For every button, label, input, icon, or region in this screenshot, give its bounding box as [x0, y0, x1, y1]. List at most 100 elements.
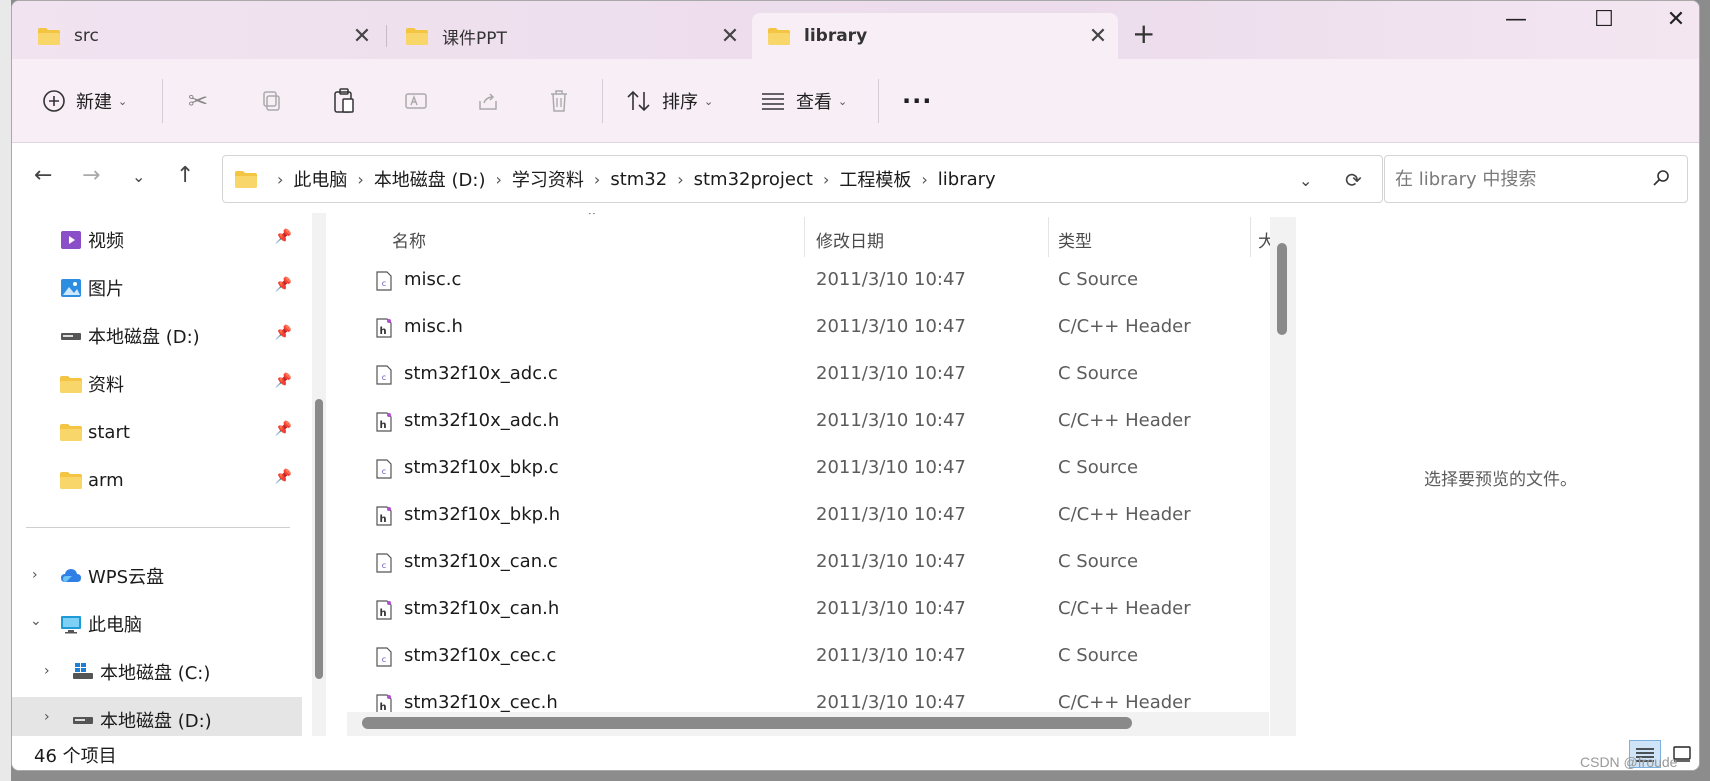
forward-button[interactable]: → — [82, 163, 100, 188]
breadcrumb-separator-icon[interactable]: › — [823, 170, 829, 189]
tab-courseware-ppt[interactable]: 课件PPT ✕ — [390, 13, 750, 59]
tab-label: src — [74, 26, 99, 46]
paste-icon — [334, 88, 354, 113]
c-source-file-icon: c — [376, 553, 392, 573]
column-divider[interactable] — [804, 217, 805, 257]
file-row[interactable]: c stm32f10x_bkp.c 2011/3/10 10:47 C Source — [334, 445, 1270, 492]
sidebar-item-drive-d-pinned[interactable]: 本地磁盘 (D:) 📌 — [12, 313, 302, 359]
tab-close-icon[interactable]: ✕ — [710, 24, 750, 49]
svg-text:c: c — [382, 655, 386, 664]
breadcrumb-separator-icon[interactable]: › — [496, 170, 502, 189]
breadcrumb-library[interactable]: library — [938, 169, 996, 190]
file-row[interactable]: h stm32f10x_adc.h 2011/3/10 10:47 C/C++ Hea… — [334, 398, 1270, 445]
file-row[interactable]: h stm32f10x_can.h 2011/3/10 10:47 C/C++ Hea… — [334, 586, 1270, 633]
pin-icon[interactable]: 📌 — [275, 229, 292, 245]
copy-button[interactable] — [260, 59, 284, 143]
breadcrumb-project-template[interactable]: 工程模板 — [839, 166, 911, 192]
search-input[interactable] — [1395, 168, 1635, 190]
breadcrumb-separator-icon[interactable]: › — [357, 170, 363, 189]
cut-button[interactable]: ✂ — [188, 59, 208, 143]
share-button[interactable] — [476, 59, 500, 143]
watermark: CSDN @froude — [1580, 754, 1678, 770]
vertical-scrollbar-thumb[interactable] — [1277, 243, 1287, 335]
breadcrumb-stm32[interactable]: stm32 — [610, 169, 667, 190]
breadcrumb-stm32project[interactable]: stm32project — [694, 169, 813, 190]
horizontal-scrollbar-thumb[interactable] — [362, 717, 1132, 729]
pin-icon[interactable]: 📌 — [275, 469, 292, 485]
column-header-name[interactable]: 名称 — [392, 227, 426, 252]
chevron-down-icon: ⌄ — [704, 94, 714, 108]
sidebar-item-arm[interactable]: arm 📌 — [12, 457, 302, 503]
new-tab-button[interactable]: + — [1132, 17, 1155, 50]
sidebar-item-this-pc[interactable]: 此电脑 — [12, 601, 302, 647]
sidebar-item-start[interactable]: start 📌 — [12, 409, 302, 455]
close-window-button[interactable]: ✕ — [1646, 7, 1699, 32]
breadcrumb-study-materials[interactable]: 学习资料 — [512, 166, 584, 192]
paste-button[interactable] — [332, 59, 356, 143]
file-row[interactable]: c stm32f10x_adc.c 2011/3/10 10:47 C Source — [334, 351, 1270, 398]
folder-icon — [60, 424, 82, 441]
column-header-type[interactable]: 类型 — [1058, 227, 1092, 252]
file-row[interactable]: c stm32f10x_cec.c 2011/3/10 10:47 C Source — [334, 633, 1270, 680]
header-file-icon: h — [376, 506, 392, 526]
tab-close-icon[interactable]: ✕ — [342, 24, 382, 49]
tab-library[interactable]: library ✕ — [752, 13, 1118, 59]
sidebar-item-drive-c[interactable]: 本地磁盘 (C:) — [12, 649, 302, 695]
c-source-file-icon: c — [376, 365, 392, 385]
folder-icon — [60, 472, 82, 489]
search-box[interactable] — [1384, 155, 1688, 203]
breadcrumb-separator-icon[interactable]: › — [677, 170, 683, 189]
item-count: 46 个项目 — [34, 746, 117, 767]
breadcrumb-drive-d[interactable]: 本地磁盘 (D:) — [374, 166, 486, 192]
address-bar[interactable]: › 此电脑 › 本地磁盘 (D:) › 学习资料 › stm32 › stm32… — [222, 155, 1383, 203]
more-options-button[interactable]: ··· — [902, 59, 932, 143]
svg-text:h: h — [379, 326, 386, 337]
preview-placeholder-text: 选择要预览的文件。 — [1424, 470, 1577, 490]
back-button[interactable]: ← — [34, 163, 52, 188]
pin-icon[interactable]: 📌 — [275, 277, 292, 293]
column-divider[interactable] — [1250, 217, 1251, 257]
pin-icon[interactable]: 📌 — [275, 325, 292, 341]
column-divider[interactable] — [1048, 217, 1049, 257]
sidebar-item-pictures[interactable]: 图片 📌 — [12, 265, 302, 311]
file-name: stm32f10x_bkp.h — [404, 504, 561, 525]
file-row[interactable]: h misc.h 2011/3/10 10:47 C/C++ Header — [334, 304, 1270, 351]
tab-close-icon[interactable]: ✕ — [1078, 24, 1118, 49]
column-header-size[interactable]: 大 — [1258, 227, 1270, 252]
breadcrumb-this-pc[interactable]: 此电脑 — [293, 166, 347, 192]
toolbar-divider — [878, 79, 879, 123]
tab-bar: src ✕ 课件PPT ✕ library ✕ + — ☐ ✕ — [12, 1, 1699, 59]
tab-src[interactable]: src ✕ — [22, 13, 382, 59]
file-row[interactable]: c misc.c 2011/3/10 10:47 C Source — [334, 257, 1270, 304]
file-name: misc.c — [404, 269, 462, 290]
view-button[interactable]: 查看 ⌄ — [760, 59, 847, 143]
scissors-icon: ✂ — [188, 87, 209, 115]
new-button[interactable]: 新建 ⌄ — [42, 59, 127, 143]
chevron-right-icon[interactable]: › — [44, 709, 50, 725]
address-history-button[interactable]: ⌄ — [1299, 156, 1312, 204]
up-button[interactable]: ↑ — [176, 163, 194, 188]
maximize-button[interactable]: ☐ — [1574, 7, 1634, 32]
background-window — [0, 0, 11, 781]
file-row[interactable]: c stm32f10x_can.c 2011/3/10 10:47 C Source — [334, 539, 1270, 586]
sort-button[interactable]: 排序 ⌄ — [626, 59, 713, 143]
breadcrumb-separator-icon[interactable]: › — [594, 170, 600, 189]
delete-button[interactable] — [548, 59, 570, 143]
search-icon[interactable] — [1651, 168, 1671, 188]
sidebar-item-wps-cloud[interactable]: WPS云盘 — [12, 553, 302, 599]
breadcrumb-separator-icon[interactable]: › — [921, 170, 927, 189]
rename-button[interactable] — [404, 59, 428, 143]
breadcrumb-separator-icon[interactable]: › — [277, 170, 283, 189]
minimize-button[interactable]: — — [1486, 7, 1546, 32]
sidebar-item-videos[interactable]: 视频 📌 — [12, 217, 302, 263]
column-header-date[interactable]: 修改日期 — [816, 227, 884, 252]
header-file-icon: h — [376, 412, 392, 432]
sidebar-item-materials[interactable]: 资料 📌 — [12, 361, 302, 407]
recent-locations-button[interactable]: ⌄ — [132, 167, 145, 186]
pin-icon[interactable]: 📌 — [275, 373, 292, 389]
sidebar-scrollbar-thumb[interactable] — [315, 399, 323, 679]
refresh-button[interactable]: ⟳ — [1345, 156, 1362, 204]
pin-icon[interactable]: 📌 — [275, 421, 292, 437]
file-type: C Source — [1058, 457, 1139, 478]
file-row[interactable]: h stm32f10x_bkp.h 2011/3/10 10:47 C/C++ Hea… — [334, 492, 1270, 539]
